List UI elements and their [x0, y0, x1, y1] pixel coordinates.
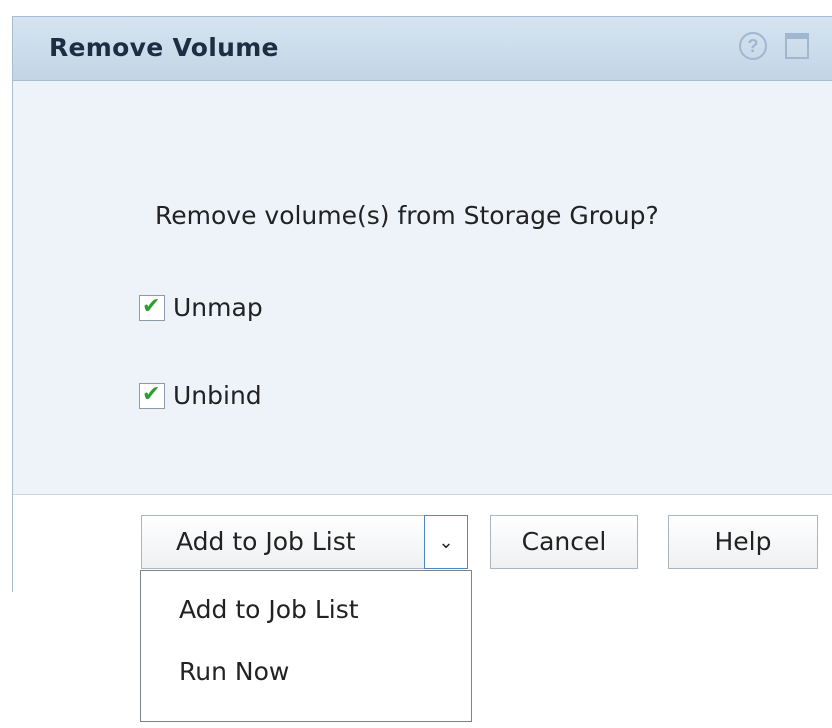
unmap-label: Unmap — [173, 293, 263, 322]
cancel-button[interactable]: Cancel — [490, 515, 638, 569]
add-to-job-list-button[interactable]: Add to Job List — [141, 515, 425, 569]
unbind-checkbox[interactable]: ✔ — [139, 381, 165, 409]
confirmation-question: Remove volume(s) from Storage Group? — [155, 201, 659, 230]
unbind-label: Unbind — [173, 381, 262, 410]
page: Remove Volume ? Remove volume(s) from St… — [0, 0, 832, 728]
unbind-option[interactable]: ✔ Unbind — [139, 381, 262, 410]
menu-item-run-now[interactable]: Run Now — [179, 657, 289, 686]
run-mode-dropdown-menu: Add to Job List Run Now — [140, 570, 472, 722]
check-icon: ✔ — [142, 381, 161, 407]
dialog-titlebar: Remove Volume ? — [13, 17, 832, 81]
remove-volume-dialog: Remove Volume ? Remove volume(s) from St… — [12, 16, 832, 593]
unmap-checkbox[interactable]: ✔ — [139, 293, 165, 321]
menu-item-add-to-job-list[interactable]: Add to Job List — [179, 595, 359, 624]
dialog-title: Remove Volume — [49, 33, 279, 62]
unmap-option[interactable]: ✔ Unmap — [139, 293, 263, 322]
maximize-icon[interactable] — [785, 33, 809, 59]
check-icon: ✔ — [142, 293, 161, 319]
dialog-body: Remove volume(s) from Storage Group? ✔ U… — [13, 81, 832, 495]
help-button[interactable]: Help — [668, 515, 818, 569]
chevron-down-icon[interactable]: ⌄ — [424, 515, 468, 569]
help-icon[interactable]: ? — [739, 32, 767, 60]
run-mode-split-button[interactable]: Add to Job List ⌄ — [141, 515, 483, 569]
